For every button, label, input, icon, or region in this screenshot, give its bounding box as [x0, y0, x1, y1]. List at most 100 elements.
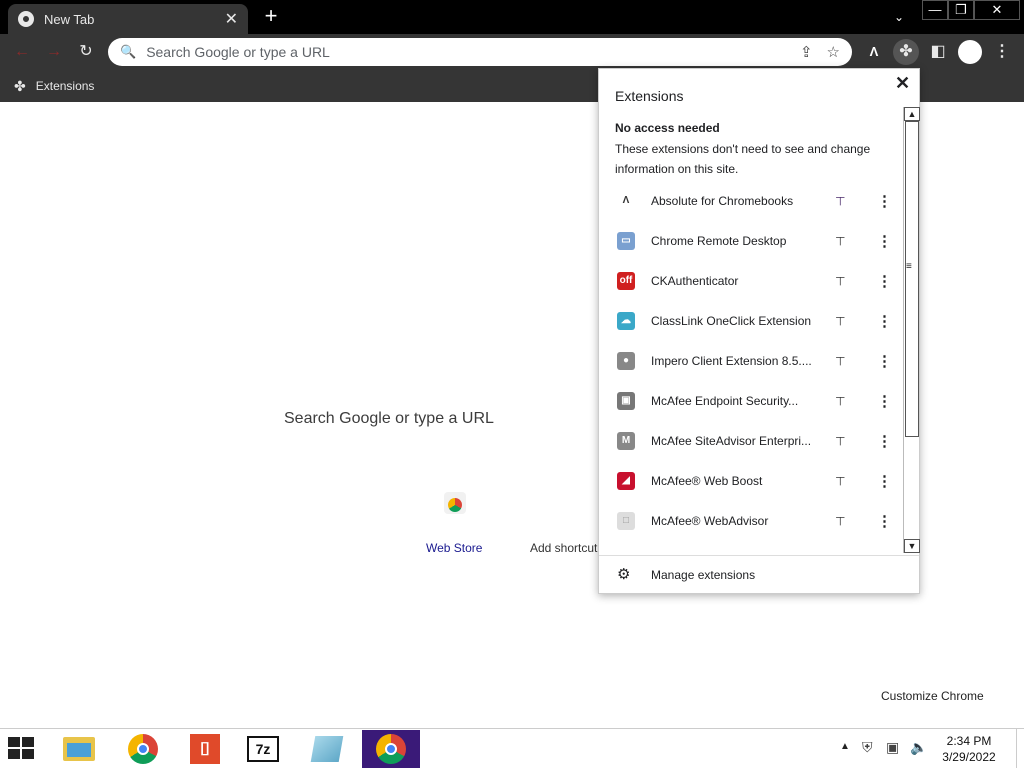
more-options-icon[interactable]: ⋮: [877, 432, 892, 450]
tab-title: New Tab: [44, 11, 95, 27]
chrome-menu-icon[interactable]: ⋮: [990, 40, 1014, 64]
pinned-icon[interactable]: ⊥: [835, 194, 845, 208]
more-options-icon[interactable]: ⋮: [877, 512, 892, 530]
mcafee-webboost-icon: ◢: [617, 472, 635, 490]
ntp-search-box[interactable]: Search Google or type a URL: [284, 410, 494, 428]
back-arrow-icon[interactable]: ←: [10, 40, 34, 64]
section-description: These extensions don't need to see and c…: [615, 142, 871, 176]
ckauthenticator-icon: off: [617, 272, 635, 290]
show-hidden-icons[interactable]: ▲: [840, 741, 850, 752]
customize-chrome-button[interactable]: Customize Chrome: [881, 689, 984, 703]
share-icon[interactable]: ⇪: [800, 43, 813, 61]
close-icon[interactable]: ✕: [895, 73, 910, 94]
pin-icon[interactable]: ⊥: [835, 474, 845, 488]
search-icon: 🔍: [120, 44, 137, 59]
extension-name: Absolute for Chromebooks: [651, 194, 794, 208]
maximize-button[interactable]: ❐: [948, 0, 974, 20]
security-tray-icon[interactable]: ⛨: [862, 739, 873, 756]
scrollbar-thumb[interactable]: [905, 121, 919, 437]
mcafee-siteadvisor-icon: M: [617, 432, 635, 450]
more-options-icon[interactable]: ⋮: [877, 272, 892, 290]
extensions-puzzle-icon[interactable]: ✤: [893, 39, 919, 65]
volume-tray-icon[interactable]: 🔈: [910, 739, 927, 756]
scroll-down-icon[interactable]: ▼: [904, 539, 920, 553]
extensions-popup: Extensions ✕ No access needed These exte…: [598, 68, 920, 594]
more-options-icon[interactable]: ⋮: [877, 352, 892, 370]
puzzle-icon: ✤: [14, 77, 26, 94]
absolute-icon: Λ: [622, 195, 630, 206]
chrome-taskbar-icon[interactable]: [114, 730, 172, 768]
pin-icon[interactable]: ⊥: [835, 234, 845, 248]
extension-item[interactable]: ◢ McAfee® Web Boost ⊥ ⋮: [599, 461, 905, 501]
pin-icon[interactable]: ⊥: [835, 314, 845, 328]
extension-item[interactable]: ● Impero Client Extension 8.5.... ⊥ ⋮: [599, 341, 905, 381]
extension-item[interactable]: ☁ ClassLink OneClick Extension ⊥ ⋮: [599, 301, 905, 341]
mcafee-endpoint-icon: ▣: [617, 392, 635, 410]
clock-date[interactable]: 3/29/2022: [940, 750, 998, 764]
pdf-reader-icon[interactable]: ⌷: [176, 730, 234, 768]
extension-item[interactable]: M McAfee SiteAdvisor Enterpri... ⊥ ⋮: [599, 421, 905, 461]
bookmark-extensions[interactable]: ✤ Extensions: [14, 76, 94, 96]
classlink-icon: ☁: [617, 312, 635, 330]
pin-icon[interactable]: ⊥: [835, 354, 845, 368]
close-tab-icon[interactable]: ✕: [225, 9, 238, 29]
extension-name: Chrome Remote Desktop: [651, 234, 787, 248]
extension-name: McAfee® Web Boost: [651, 474, 763, 488]
7zip-icon[interactable]: 7z: [234, 730, 292, 768]
tab-search-chevron-icon[interactable]: ⌄: [888, 6, 910, 28]
impero-icon: ●: [617, 352, 635, 370]
extension-item[interactable]: ▣ McAfee Endpoint Security... ⊥ ⋮: [599, 381, 905, 421]
popup-scrollbar[interactable]: ▲ ≡ ▼: [903, 107, 920, 553]
manage-extensions-label: Manage extensions: [651, 568, 756, 582]
more-options-icon[interactable]: ⋮: [877, 312, 892, 330]
bookmark-star-icon[interactable]: ☆: [827, 43, 840, 61]
pin-icon[interactable]: ⊥: [835, 434, 845, 448]
shortcut-add[interactable]: Add shortcut: [530, 541, 600, 555]
browser-toolbar: ← → ↻ 🔍 ⇪ ☆ Λ ✤ ◧ ⋮: [0, 34, 1024, 70]
more-options-icon[interactable]: ⋮: [877, 472, 892, 490]
extension-name: McAfee Endpoint Security...: [651, 394, 799, 408]
pin-icon[interactable]: ⊥: [835, 514, 845, 528]
extension-item[interactable]: ▭ Chrome Remote Desktop ⊥ ⋮: [599, 221, 905, 261]
extension-item[interactable]: Λ Absolute for Chromebooks ⊥ ⋮: [599, 181, 905, 221]
more-options-icon[interactable]: ⋮: [877, 232, 892, 250]
windows-taskbar: ⌷ 7z ▲ ⛨ ▣ 🔈 2:34 PM 3/29/2022: [0, 728, 1024, 768]
minimize-button[interactable]: —: [922, 0, 948, 20]
reload-icon[interactable]: ↻: [74, 40, 98, 64]
side-panel-icon[interactable]: ◧: [926, 40, 950, 64]
new-tab-button[interactable]: +: [258, 4, 284, 30]
school-logo: [972, 126, 1008, 142]
file-explorer-icon[interactable]: [50, 730, 108, 768]
web-store-icon[interactable]: [444, 492, 466, 514]
tab-new-tab[interactable]: New Tab ✕: [8, 4, 248, 34]
extensions-list: No access needed These extensions don't …: [599, 115, 905, 553]
notepad-icon[interactable]: [298, 730, 356, 768]
gear-icon: ⚙: [617, 566, 631, 583]
pin-icon[interactable]: ⊥: [835, 274, 845, 288]
profile-avatar[interactable]: [958, 40, 982, 64]
network-tray-icon[interactable]: ▣: [886, 739, 899, 756]
pin-icon[interactable]: ⊥: [835, 394, 845, 408]
manage-extensions-button[interactable]: ⚙ Manage extensions: [599, 557, 919, 593]
more-options-icon[interactable]: ⋮: [877, 392, 892, 410]
extension-name: McAfee SiteAdvisor Enterpri...: [651, 434, 812, 448]
divider: [599, 555, 919, 556]
shortcut-web-store[interactable]: Web Store: [426, 541, 482, 555]
scroll-up-icon[interactable]: ▲: [904, 107, 920, 121]
omnibox-input[interactable]: [146, 44, 786, 60]
absolute-extension-icon[interactable]: Λ: [862, 40, 886, 64]
windows-start-icon[interactable]: [8, 737, 36, 761]
extension-item[interactable]: off CKAuthenticator ⊥ ⋮: [599, 261, 905, 301]
clock-time[interactable]: 2:34 PM: [944, 734, 994, 748]
mcafee-webadvisor-icon: □: [617, 512, 635, 530]
show-desktop-button[interactable]: [1016, 729, 1024, 768]
forward-arrow-icon[interactable]: →: [42, 40, 66, 64]
chrome-active-taskbar-icon[interactable]: [362, 730, 420, 768]
extension-item[interactable]: □ McAfee® WebAdvisor ⊥ ⋮: [599, 501, 905, 541]
chrome-icon: [18, 11, 34, 27]
extension-name: McAfee® WebAdvisor: [651, 514, 769, 528]
remote-desktop-icon: ▭: [617, 232, 635, 250]
omnibox[interactable]: 🔍 ⇪ ☆: [108, 38, 852, 66]
window-close-button[interactable]: ✕: [974, 0, 1020, 20]
more-options-icon[interactable]: ⋮: [877, 192, 892, 210]
